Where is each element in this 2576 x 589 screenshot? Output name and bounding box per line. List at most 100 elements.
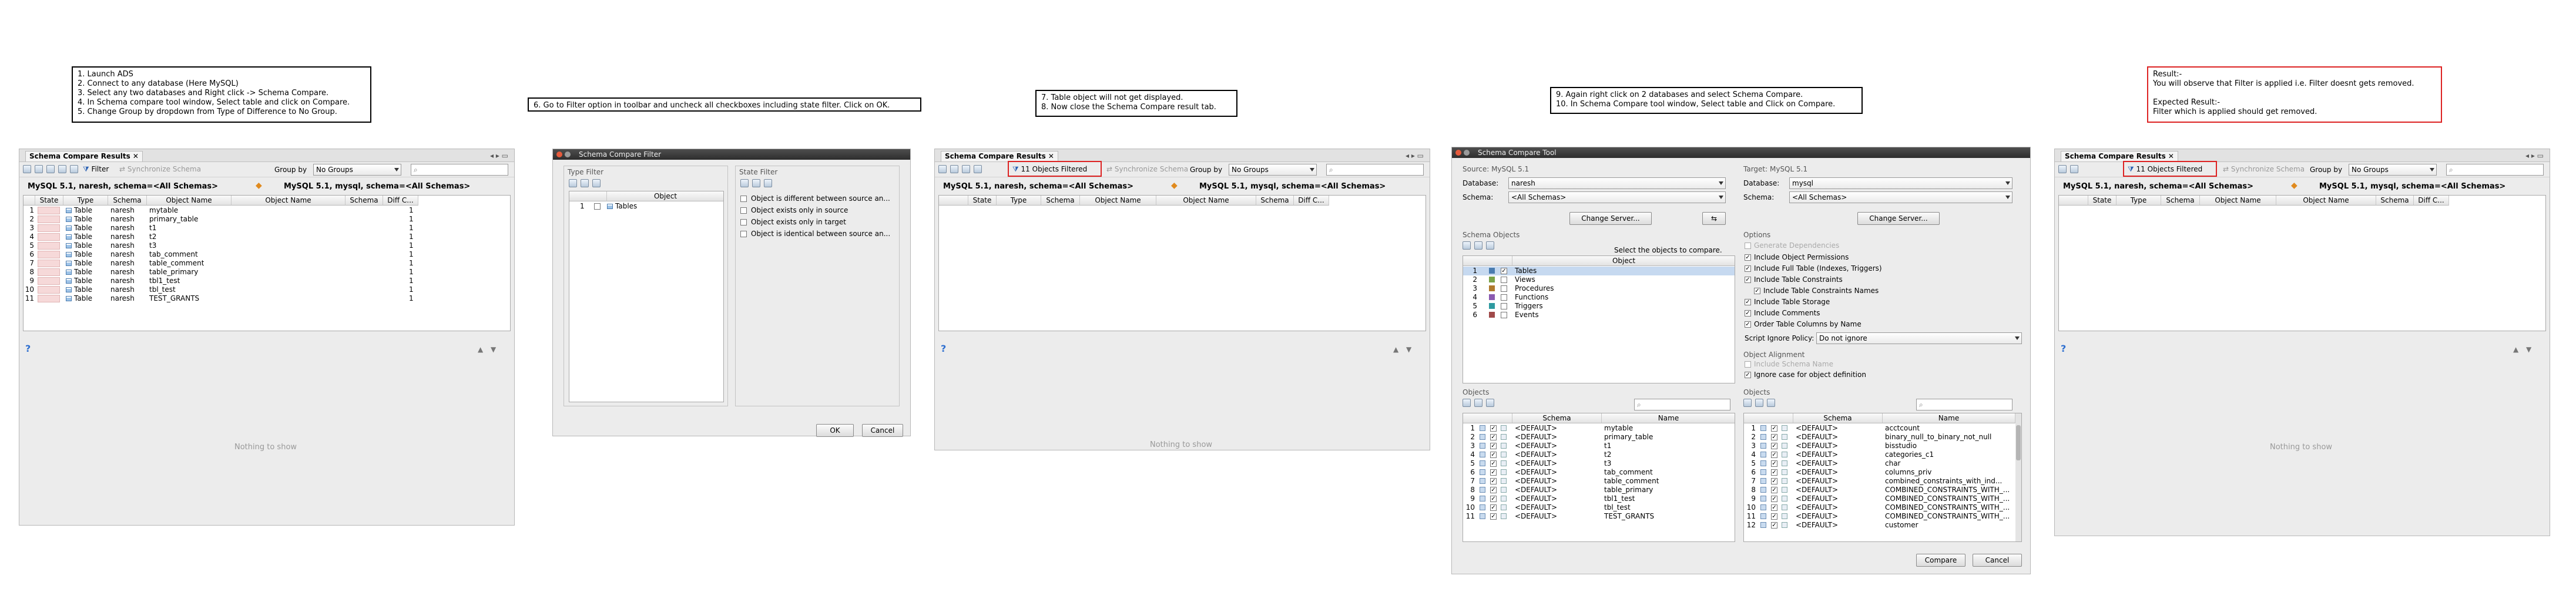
target-change-server-button[interactable]: Change Server... — [1857, 212, 1940, 225]
object-checkbox[interactable]: ✓ — [1771, 504, 1777, 511]
col-header-target-object-name[interactable]: Object Name — [1156, 196, 1256, 206]
object-type-checkbox[interactable] — [1501, 303, 1507, 309]
down-arrow-icon[interactable]: ▼ — [491, 345, 496, 354]
close-icon[interactable] — [556, 152, 562, 157]
edit-icon[interactable] — [35, 165, 43, 173]
refresh-icon[interactable] — [938, 165, 947, 173]
table-row[interactable]: 10 Table naresh tbl_test 1 — [24, 285, 510, 294]
expand-icon[interactable] — [974, 165, 982, 173]
src-invert-icon[interactable] — [1486, 399, 1494, 407]
object-type-checkbox[interactable] — [1501, 285, 1507, 292]
table-row[interactable]: 3 Table naresh t1 1 — [24, 224, 510, 233]
col-header-num[interactable] — [939, 196, 968, 206]
up-arrow-icon[interactable]: ▲ — [1393, 345, 1398, 354]
target-schema-dropdown[interactable]: <All Schemas> — [1789, 191, 2012, 203]
table-row[interactable]: 1 Table naresh mytable 1 — [24, 206, 510, 215]
source-objects-grid[interactable]: Schema Name 1 ✓ <DEFAULT> mytable 2 ✓ <DEFAULT… — [1463, 413, 1735, 542]
results-grid[interactable]: State Type Schema Object Name Object Nam… — [23, 195, 511, 331]
col-header-diff[interactable]: Diff C... — [383, 196, 418, 206]
object-type-row[interactable]: 4 Functions — [1463, 293, 1735, 302]
object-checkbox[interactable]: ✓ — [1771, 434, 1777, 440]
object-checkbox[interactable]: ✓ — [1771, 425, 1777, 432]
filter-button[interactable]: ⧩ Filter — [83, 165, 109, 174]
search-input[interactable]: ⌕ — [411, 164, 508, 176]
object-checkbox[interactable]: ✓ — [1490, 443, 1497, 449]
table-row[interactable]: 11 Table naresh TEST_GRANTS 1 — [24, 294, 510, 303]
col-header-state[interactable]: State — [968, 196, 997, 206]
save-icon[interactable] — [46, 165, 55, 173]
state-checkbox-different[interactable] — [740, 196, 747, 202]
search-input[interactable]: ⌕ — [1326, 164, 1424, 176]
tgt-select-all-icon[interactable] — [1743, 399, 1752, 407]
col-header-type[interactable]: Type — [2117, 196, 2161, 206]
target-objects-search-input[interactable]: ⌕ — [1916, 399, 2012, 410]
object-row[interactable]: 2 ✓ <DEFAULT> primary_table — [1463, 433, 1735, 442]
col-header-target-schema[interactable]: Schema — [1256, 196, 1294, 206]
deselect-all-state-icon[interactable] — [752, 179, 760, 187]
tables-checkbox[interactable] — [594, 203, 601, 210]
object-row[interactable]: 12 ✓ <DEFAULT> customer — [1744, 521, 2021, 530]
ignore-case-checkbox[interactable]: ✓ — [1745, 372, 1751, 378]
object-type-row[interactable]: 2 Views — [1463, 275, 1735, 284]
object-row[interactable]: 6 ✓ <DEFAULT> columns_priv — [1744, 468, 2021, 477]
object-row[interactable]: 9 ✓ <DEFAULT> COMBINED_CONSTRAINTS_WITH_... — [1744, 494, 2021, 503]
option-checkbox[interactable]: ✓ — [1745, 265, 1751, 272]
source-change-server-button[interactable]: Change Server... — [1569, 212, 1652, 225]
col-header-type[interactable]: Type — [63, 196, 108, 206]
object-type-checkbox[interactable] — [1501, 277, 1507, 283]
refresh-icon[interactable] — [2058, 165, 2067, 173]
option-checkbox[interactable]: ✓ — [1745, 310, 1751, 317]
table-row[interactable]: 7 Table naresh table_comment 1 — [24, 259, 510, 268]
target-objects-grid[interactable]: Schema Name 1 ✓ <DEFAULT> acctcount 2 ✓ <DEFAU… — [1743, 413, 2022, 542]
up-arrow-icon[interactable]: ▲ — [478, 345, 483, 354]
invert-selection-icon[interactable] — [592, 179, 601, 187]
col-header-object-name[interactable]: Object Name — [147, 196, 232, 206]
object-row[interactable]: 7 ✓ <DEFAULT> table_comment — [1463, 477, 1735, 486]
col-header-state[interactable]: State — [2088, 196, 2117, 206]
synchronize-schema-button[interactable]: ⇄ Synchronize Schema — [2223, 165, 2305, 173]
object-row[interactable]: 1 ✓ <DEFAULT> mytable — [1463, 424, 1735, 433]
option-checkbox[interactable]: ✓ — [1745, 321, 1751, 328]
object-row[interactable]: 1 ✓ <DEFAULT> acctcount — [1744, 424, 2021, 433]
object-checkbox[interactable]: ✓ — [1490, 425, 1497, 432]
state-checkbox-identical[interactable] — [740, 231, 747, 237]
object-checkbox[interactable]: ✓ — [1490, 496, 1497, 502]
type-filter-row-tables[interactable]: 1 Tables — [569, 202, 723, 211]
col-header-object-name[interactable]: Object Name — [1080, 196, 1156, 206]
object-checkbox[interactable]: ✓ — [1490, 452, 1497, 458]
search-input[interactable]: ⌕ — [2446, 164, 2544, 176]
option-checkbox[interactable]: ✓ — [1745, 299, 1751, 305]
object-checkbox[interactable]: ✓ — [1490, 478, 1497, 484]
object-types-grid[interactable]: Object 1 ✓ Tables 2 Views 3 Procedures 4 Functio… — [1463, 255, 1735, 383]
tab-schema-compare-results[interactable]: Schema Compare Results ✕ — [2061, 151, 2178, 161]
table-row[interactable]: 2 Table naresh primary_table 1 — [24, 215, 510, 224]
up-arrow-icon[interactable]: ▲ — [2513, 345, 2518, 354]
synchronize-schema-button[interactable]: ⇄ Synchronize Schema — [1106, 165, 1188, 173]
minimize-icon[interactable] — [1464, 150, 1470, 156]
cancel-button[interactable]: Cancel — [1973, 554, 2022, 567]
source-database-dropdown[interactable]: naresh — [1508, 177, 1726, 189]
tgt-invert-icon[interactable] — [1767, 399, 1775, 407]
collapse-icon[interactable] — [70, 165, 78, 173]
down-arrow-icon[interactable]: ▼ — [2526, 345, 2531, 354]
group-by-dropdown[interactable]: No Groups — [313, 164, 401, 176]
col-header-state[interactable]: State — [35, 196, 63, 206]
col-header-diff[interactable]: Diff C... — [2414, 196, 2449, 206]
option-checkbox[interactable]: ✓ — [1754, 288, 1760, 294]
state-checkbox-target-only[interactable] — [740, 219, 747, 225]
object-type-row[interactable]: 1 ✓ Tables — [1463, 267, 1735, 275]
source-objects-search-input[interactable]: ⌕ — [1634, 399, 1730, 410]
col-header-target-object-name[interactable]: Object Name — [2276, 196, 2376, 206]
object-row[interactable]: 4 ✓ <DEFAULT> t2 — [1463, 450, 1735, 459]
invert-selection-icon[interactable] — [1486, 241, 1494, 250]
expand-icon[interactable] — [58, 165, 66, 173]
group-by-dropdown[interactable]: No Groups — [1229, 164, 1317, 176]
object-row[interactable]: 8 ✓ <DEFAULT> COMBINED_CONSTRAINTS_WITH_... — [1744, 486, 2021, 494]
object-checkbox[interactable]: ✓ — [1490, 434, 1497, 440]
deselect-all-icon[interactable] — [581, 179, 589, 187]
col-header-target-schema[interactable]: Schema — [346, 196, 383, 206]
object-type-row[interactable]: 6 Events — [1463, 311, 1735, 319]
object-checkbox[interactable]: ✓ — [1771, 496, 1777, 502]
table-row[interactable]: 6 Table naresh tab_comment 1 — [24, 250, 510, 259]
tab-nav-arrows[interactable]: ◂ ▸ ▭ — [490, 152, 508, 160]
